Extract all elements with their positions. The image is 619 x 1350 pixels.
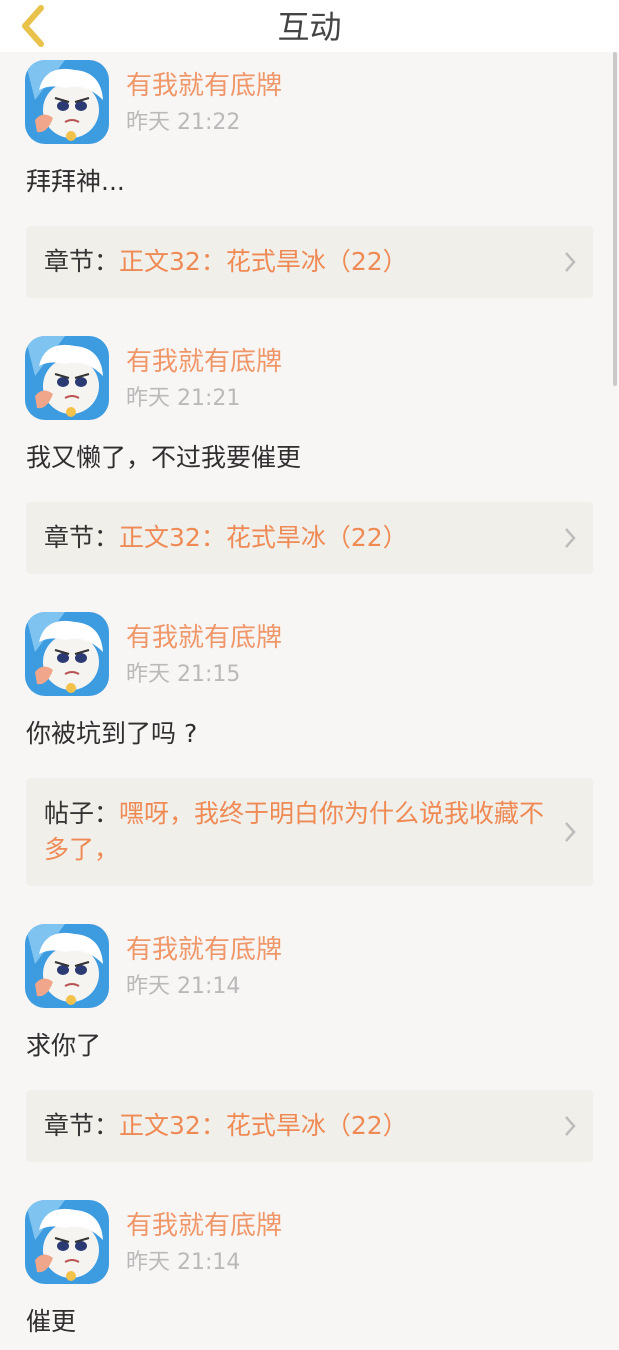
ref-label: 章节： [44,523,120,552]
username[interactable]: 有我就有底牌 [126,344,282,380]
comment-text: 求你了 [26,1031,102,1060]
timestamp: 昨天 21:14 [126,1250,241,1275]
chevron-right-icon [565,252,576,272]
avatar[interactable] [25,60,109,144]
ref-label: 章节： [44,247,120,276]
comment-text: 你被坑到了吗 ? [26,719,198,748]
timestamp: 昨天 21:14 [126,974,241,999]
list-item: 有我就有底牌 昨天 21:22 拜拜神... 章节：正文32：花式旱冰（22） [0,52,609,298]
chevron-right-icon [565,1116,576,1136]
list-item: 有我就有底牌 昨天 21:14 求你了 章节：正文32：花式旱冰（22） [0,916,609,1162]
avatar[interactable] [25,924,109,1008]
ref-title: 嘿呀，我终于明白你为什么说我收藏不多了， [44,799,545,864]
interaction-list: 有我就有底牌 昨天 21:22 拜拜神... 章节：正文32：花式旱冰（22） [0,52,609,1350]
chapter-link[interactable]: 章节：正文32：花式旱冰（22） [26,502,593,574]
avatar[interactable] [25,336,109,420]
ref-label: 章节： [44,1111,120,1140]
username[interactable]: 有我就有底牌 [126,1208,282,1244]
username[interactable]: 有我就有底牌 [126,68,282,104]
ref-title: 正文32：花式旱冰（22） [119,247,408,276]
ref-title: 正文32：花式旱冰（22） [119,523,408,552]
post-link[interactable]: 帖子：嘿呀，我终于明白你为什么说我收藏不多了， [26,778,593,886]
page-title: 互动 [277,8,342,46]
chapter-link[interactable]: 章节：正文32：花式旱冰（22） [26,226,593,298]
comment-text: 我又懒了，不过我要催更 [26,443,302,472]
username[interactable]: 有我就有底牌 [126,620,282,656]
scrollbar-thumb[interactable] [613,52,617,386]
username[interactable]: 有我就有底牌 [126,932,282,968]
comment-text: 拜拜神... [26,167,125,196]
timestamp: 昨天 21:21 [126,386,241,411]
comment-text: 催更 [26,1307,77,1336]
avatar[interactable] [25,1200,109,1284]
ref-label: 帖子： [44,799,120,828]
timestamp: 昨天 21:22 [126,110,241,135]
top-bar: 互动 [0,0,619,52]
list-item: 有我就有底牌 昨天 21:21 我又懒了，不过我要催更 章节：正文32：花式旱冰… [0,328,609,574]
chevron-right-icon [565,528,576,548]
chevron-right-icon [565,822,576,842]
list-item: 有我就有底牌 昨天 21:14 催更 [0,1192,609,1350]
avatar[interactable] [25,612,109,696]
ref-title: 正文32：花式旱冰（22） [119,1111,408,1140]
list-item: 有我就有底牌 昨天 21:15 你被坑到了吗 ? 帖子：嘿呀，我终于明白你为什么… [0,604,609,886]
chapter-link[interactable]: 章节：正文32：花式旱冰（22） [26,1090,593,1162]
timestamp: 昨天 21:15 [126,662,241,687]
